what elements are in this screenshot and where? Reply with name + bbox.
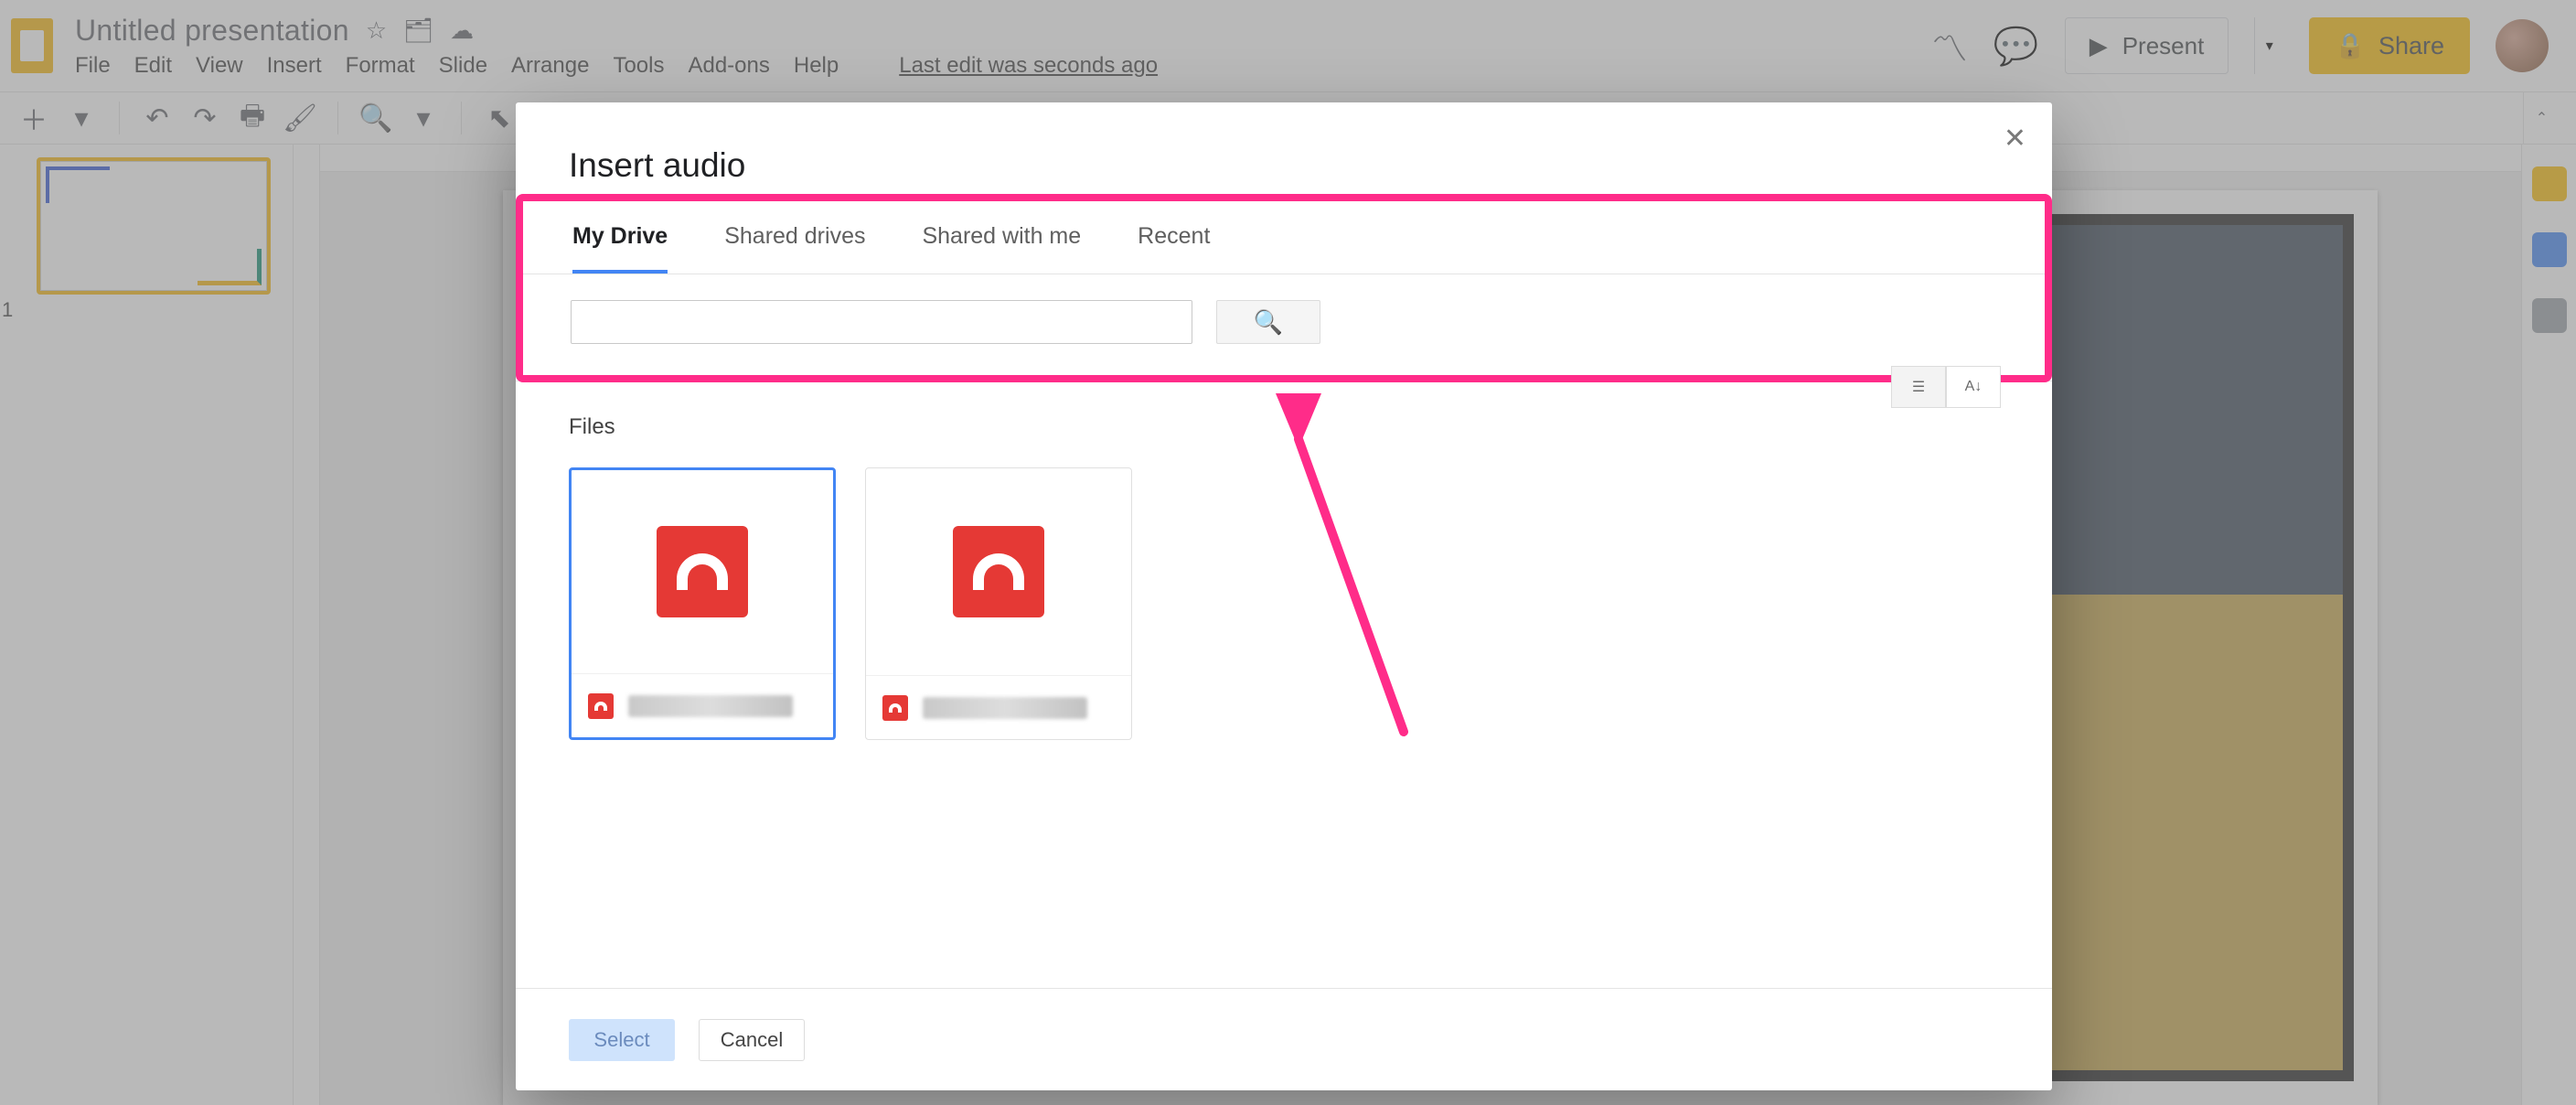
tab-shared-drives[interactable]: Shared drives xyxy=(724,218,865,274)
file-name-redacted xyxy=(923,697,1087,719)
audio-icon xyxy=(657,526,748,617)
insert-audio-dialog: ✕ Insert audio My Drive Shared drives Sh… xyxy=(516,102,2052,1090)
tab-recent[interactable]: Recent xyxy=(1138,218,1210,274)
audio-file-card[interactable] xyxy=(865,467,1132,740)
view-toggle-group: ☰ A↓ xyxy=(1891,366,2001,408)
file-name-redacted xyxy=(628,695,793,717)
search-icon: 🔍 xyxy=(1254,308,1283,337)
dialog-tabs: My Drive Shared drives Shared with me Re… xyxy=(523,201,2045,274)
files-heading: Files xyxy=(516,381,2052,453)
dialog-footer: Select Cancel xyxy=(516,988,2052,1090)
search-button[interactable]: 🔍 xyxy=(1216,300,1320,344)
tab-my-drive[interactable]: My Drive xyxy=(572,218,668,274)
audio-type-icon xyxy=(882,695,908,721)
audio-type-icon xyxy=(588,693,614,719)
list-view-button[interactable]: ☰ xyxy=(1891,366,1946,408)
cancel-button[interactable]: Cancel xyxy=(699,1019,805,1061)
files-grid xyxy=(516,453,2052,740)
select-button[interactable]: Select xyxy=(569,1019,675,1061)
search-input[interactable] xyxy=(571,300,1192,344)
audio-file-card[interactable] xyxy=(569,467,836,740)
annotation-highlight: My Drive Shared drives Shared with me Re… xyxy=(516,194,2052,382)
audio-icon xyxy=(953,526,1044,617)
close-icon[interactable]: ✕ xyxy=(2004,123,2026,155)
sort-button[interactable]: A↓ xyxy=(1946,366,2001,408)
dialog-title: Insert audio xyxy=(516,102,2052,194)
tab-shared-with-me[interactable]: Shared with me xyxy=(922,218,1081,274)
